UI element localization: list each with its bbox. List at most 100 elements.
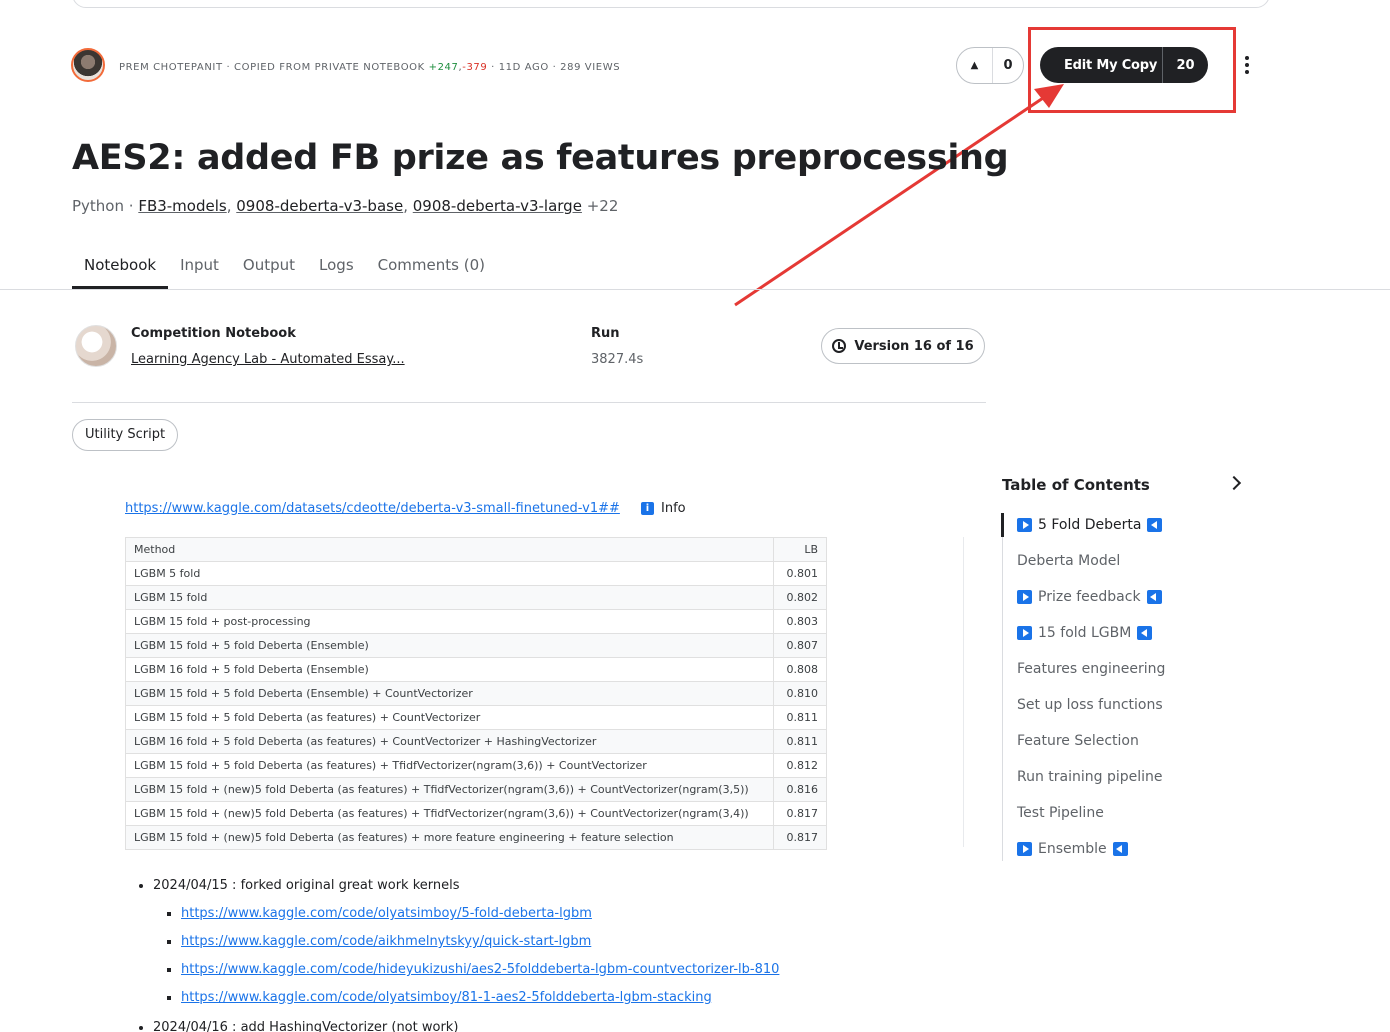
method-cell: LGBM 15 fold + 5 fold Deberta (as featur…: [125, 753, 774, 778]
table-row: LGBM 15 fold 0.802: [125, 585, 827, 610]
list-item: https://www.kaggle.com/code/hideyukizush…: [181, 956, 779, 984]
info-label: Info: [661, 501, 686, 516]
history-icon: [832, 339, 847, 353]
method-cell: LGBM 15 fold + (new)5 fold Deberta (as f…: [125, 777, 774, 802]
competition-link[interactable]: Learning Agency Lab - Automated Essay...: [131, 352, 405, 367]
method-cell: LGBM 16 fold + 5 fold Deberta (as featur…: [125, 729, 774, 754]
dataset-url-link[interactable]: https://www.kaggle.com/datasets/cdeotte/…: [125, 501, 620, 516]
lb-cell: 0.801: [773, 561, 827, 586]
toc-item-label: Prize feedback: [1038, 589, 1141, 605]
table-row: LGBM 15 fold + (new)5 fold Deberta (as f…: [125, 825, 827, 850]
toc-item-15-fold-lgbm[interactable]: 15 fold LGBM: [1017, 621, 1247, 657]
column-header-lb: LB: [773, 537, 827, 562]
reference-link[interactable]: https://www.kaggle.com/code/olyatsimboy/…: [181, 990, 712, 1005]
back-icon: [1137, 626, 1153, 640]
method-cell: LGBM 15 fold + 5 fold Deberta (Ensemble)…: [125, 681, 774, 706]
tab-notebook[interactable]: Notebook: [72, 255, 169, 289]
lb-cell: 0.811: [773, 729, 827, 754]
lb-cell: 0.811: [773, 705, 827, 730]
list-item: 2024/04/16 : add HashingVectorizer (not …: [153, 1018, 779, 1032]
tab-logs[interactable]: Logs: [307, 255, 366, 289]
dataset-link-1[interactable]: FB3-models: [138, 197, 226, 215]
tab-comments[interactable]: Comments (0): [366, 255, 497, 289]
cell-divider: [963, 537, 964, 847]
column-header-method: Method: [125, 537, 774, 562]
more-options-icon[interactable]: [1241, 56, 1253, 74]
run-time: 3827.4s: [591, 352, 644, 367]
lb-cell: 0.817: [773, 801, 827, 826]
play-icon: [1017, 590, 1032, 604]
table-row: LGBM 5 fold 0.801: [125, 561, 827, 586]
more-datasets[interactable]: +22: [587, 197, 619, 215]
method-cell: LGBM 15 fold: [125, 585, 774, 610]
table-row: LGBM 15 fold + 5 fold Deberta (Ensemble)…: [125, 681, 827, 706]
dataset-link-3[interactable]: 0908-deberta-v3-large: [413, 197, 582, 215]
version-label: Version 16 of 16: [854, 338, 974, 354]
toc-item-5-fold-deberta[interactable]: 5 Fold Deberta: [1017, 513, 1247, 549]
changelog-entry: 2024/04/15 : forked original great work …: [153, 878, 460, 893]
table-row: LGBM 15 fold + 5 fold Deberta (Ensemble)…: [125, 633, 827, 658]
list-item: https://www.kaggle.com/code/aikhmelnytsk…: [181, 928, 779, 956]
list-item: https://www.kaggle.com/code/olyatsimboy/…: [181, 900, 779, 928]
table-row: LGBM 15 fold + post-processing 0.803: [125, 609, 827, 634]
additions-count: +247: [428, 62, 459, 73]
lb-cell: 0.807: [773, 633, 827, 658]
toc-item-feature-selection[interactable]: Feature Selection: [1017, 729, 1247, 765]
reference-link[interactable]: https://www.kaggle.com/code/hideyukizush…: [181, 962, 779, 977]
list-item: 2024/04/15 : forked original great work …: [153, 876, 779, 1012]
method-cell: LGBM 15 fold + 5 fold Deberta (Ensemble): [125, 633, 774, 658]
method-cell: LGBM 15 fold + 5 fold Deberta (as featur…: [125, 705, 774, 730]
annotation-highlight-box: [1028, 27, 1236, 113]
dataset-link-2[interactable]: 0908-deberta-v3-base: [236, 197, 403, 215]
toc-item-label: Ensemble: [1038, 841, 1107, 857]
lb-cell: 0.808: [773, 657, 827, 682]
version-history-button[interactable]: Version 16 of 16: [821, 328, 985, 364]
competition-thumbnail[interactable]: [75, 325, 117, 367]
language-label: Python: [72, 197, 124, 215]
back-icon: [1147, 518, 1163, 532]
toc-list: 5 Fold Deberta Deberta Model Prize feedb…: [1017, 513, 1247, 873]
notebook-tabs: Notebook Input Output Logs Comments (0): [72, 255, 497, 289]
utility-script-tag[interactable]: Utility Script: [72, 419, 179, 451]
toc-item-training-pipeline[interactable]: Run training pipeline: [1017, 765, 1247, 801]
toc-item-test-pipeline[interactable]: Test Pipeline: [1017, 801, 1247, 837]
play-icon: [1017, 842, 1032, 856]
upvote-button[interactable]: ▲: [957, 48, 993, 83]
reference-link[interactable]: https://www.kaggle.com/code/aikhmelnytsk…: [181, 934, 591, 949]
toc-item-label: 15 fold LGBM: [1038, 625, 1132, 641]
table-row: LGBM 15 fold + (new)5 fold Deberta (as f…: [125, 777, 827, 802]
toc-item-label: Run training pipeline: [1017, 769, 1163, 785]
method-cell: LGBM 5 fold: [125, 561, 774, 586]
reference-link[interactable]: https://www.kaggle.com/code/olyatsimboy/…: [181, 906, 592, 921]
tab-input[interactable]: Input: [168, 255, 231, 289]
toc-item-features-engineering[interactable]: Features engineering: [1017, 657, 1247, 693]
run-heading: Run: [591, 326, 620, 341]
toc-active-indicator: [1001, 513, 1004, 537]
toc-item-label: Set up loss functions: [1017, 697, 1163, 713]
toc-item-deberta-model[interactable]: Deberta Model: [1017, 549, 1247, 585]
author-name[interactable]: PREM CHOTEPANIT: [119, 62, 223, 73]
lb-cell: 0.802: [773, 585, 827, 610]
method-cell: LGBM 15 fold + (new)5 fold Deberta (as f…: [125, 825, 774, 850]
lb-cell: 0.812: [773, 753, 827, 778]
chevron-right-icon[interactable]: [1226, 475, 1242, 491]
upvote-count: 0: [1003, 58, 1013, 73]
competition-heading: Competition Notebook: [131, 326, 296, 341]
toc-item-prize-feedback[interactable]: Prize feedback: [1017, 585, 1247, 621]
info-icon: i: [641, 502, 654, 515]
tabs-divider: [0, 289, 1390, 290]
lb-cell: 0.810: [773, 681, 827, 706]
tab-output[interactable]: Output: [231, 255, 307, 289]
author-avatar[interactable]: [71, 48, 105, 82]
toc-item-loss-functions[interactable]: Set up loss functions: [1017, 693, 1247, 729]
back-icon: [1146, 590, 1162, 604]
table-header-row: Method LB: [125, 537, 827, 562]
play-icon: [1017, 518, 1032, 532]
leaderboard-table: Method LB LGBM 5 fold 0.801 LGBM 15 fold 0…: [125, 537, 827, 850]
lb-cell: 0.817: [773, 825, 827, 850]
search-bar[interactable]: [72, 0, 1270, 8]
notebook-meta: PREM CHOTEPANIT · COPIED FROM PRIVATE NO…: [119, 62, 621, 73]
table-row: LGBM 15 fold + (new)5 fold Deberta (as f…: [125, 801, 827, 826]
caret-up-icon: ▲: [970, 60, 979, 71]
toc-item-ensemble[interactable]: Ensemble: [1017, 837, 1247, 873]
